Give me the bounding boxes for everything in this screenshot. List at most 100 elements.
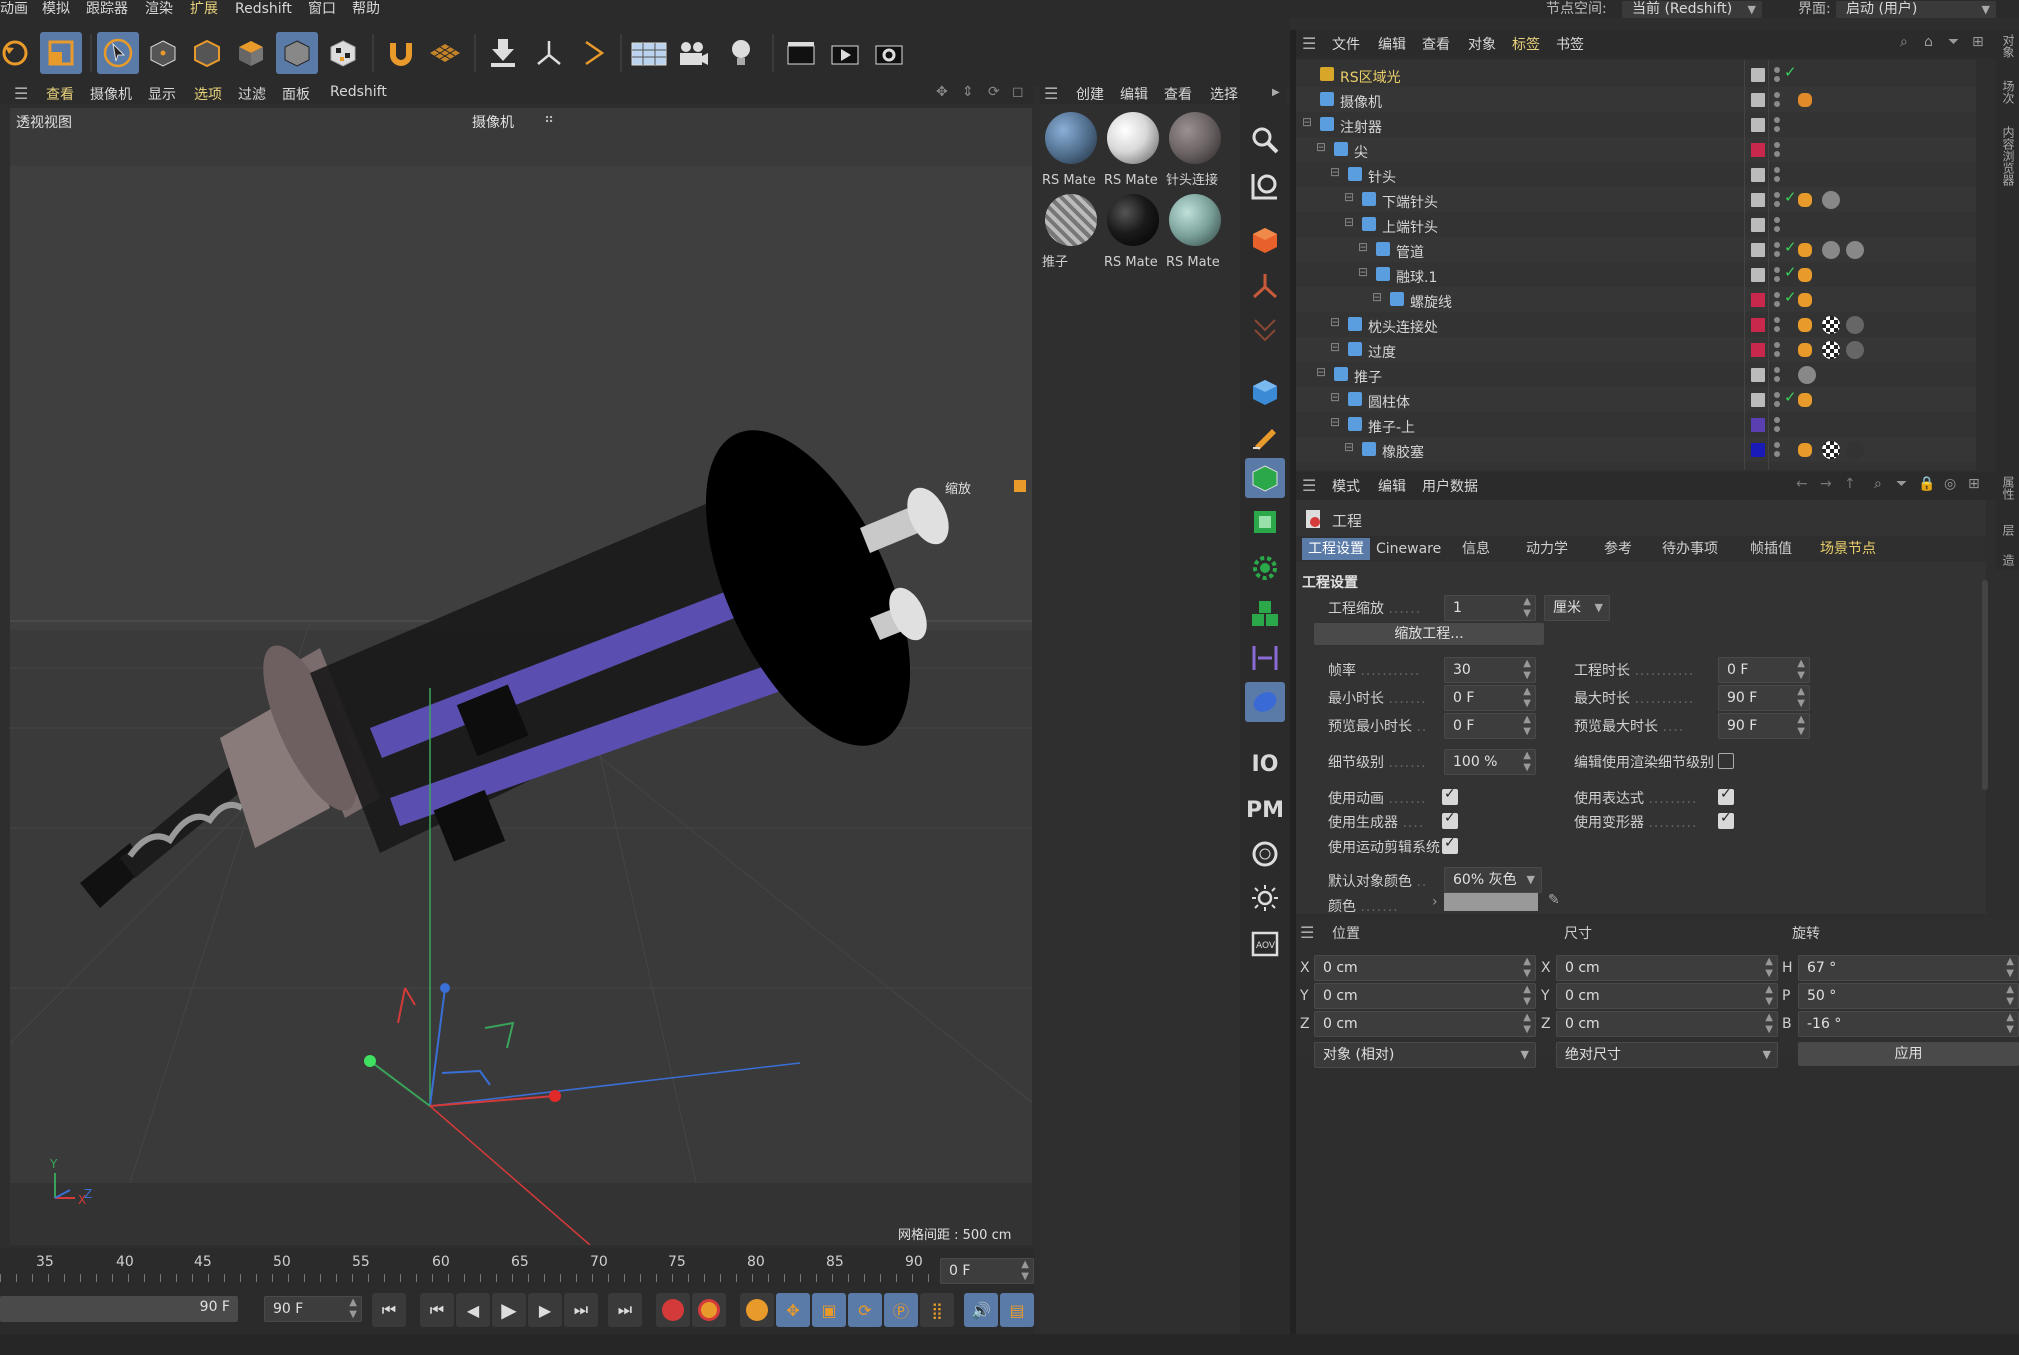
material-tag-icon[interactable] — [1846, 241, 1864, 259]
render-visibility-dot[interactable] — [1774, 251, 1780, 257]
axis-button[interactable] — [528, 32, 570, 74]
spinner-icon[interactable]: ▲ ▼ — [1765, 956, 1773, 980]
material-tag-icon[interactable] — [1846, 341, 1864, 359]
spinner-icon[interactable]: ▲ ▼ — [1523, 686, 1531, 710]
phong-tag-icon[interactable] — [1798, 193, 1812, 207]
editor-visibility-dot[interactable] — [1774, 392, 1780, 398]
position-z-field[interactable]: 0 cm ▲ ▼ — [1314, 1011, 1536, 1037]
edit-layer-icon[interactable] — [1751, 118, 1765, 132]
spinner-icon[interactable]: ▲ ▼ — [2006, 956, 2014, 980]
play-button[interactable]: ▶ — [492, 1293, 526, 1327]
tree-expander-icon[interactable]: ⊟ — [1302, 115, 1312, 129]
tab-interpolation[interactable]: 帧插值 — [1744, 538, 1798, 560]
phong-tag-icon[interactable] — [1798, 443, 1812, 457]
rotation-h-field[interactable]: 67 ° ▲ ▼ — [1798, 955, 2019, 981]
pan-icon[interactable]: ✥ — [936, 84, 948, 100]
vp-menu-display[interactable]: 显示 — [148, 84, 176, 104]
material-swatch[interactable]: RS Mate — [1104, 190, 1162, 270]
display-color-swatch[interactable] — [1751, 418, 1765, 432]
up-arrow-icon[interactable]: ↑ — [1844, 476, 1856, 492]
edit-layer-icon[interactable] — [1751, 68, 1765, 82]
tree-expander-icon[interactable]: ⊟ — [1344, 440, 1354, 454]
obj-menu-file[interactable]: 文件 — [1332, 34, 1360, 54]
spinner-icon[interactable]: ▲ ▼ — [1523, 750, 1531, 774]
hamburger-icon[interactable]: ☰ — [1302, 476, 1316, 495]
menu-window[interactable]: 窗口 — [308, 0, 336, 18]
fps-field[interactable]: 30 ▲ ▼ — [1444, 657, 1536, 683]
render-visibility-dot[interactable] — [1774, 226, 1780, 232]
aov-button[interactable]: AOV — [1245, 924, 1285, 964]
lock-icon[interactable]: 🔒 — [1918, 476, 1935, 492]
menu-tracker[interactable]: 跟踪器 — [86, 0, 128, 18]
scale-project-button[interactable]: 缩放工程... — [1314, 623, 1544, 645]
attr-menu-edit[interactable]: 编辑 — [1378, 476, 1406, 496]
color-swatch[interactable] — [1444, 893, 1538, 911]
phong-tag-icon[interactable] — [1798, 93, 1812, 107]
eyedropper-icon[interactable]: ✎ — [1548, 892, 1560, 908]
spinner-icon[interactable]: ▲ ▼ — [1523, 1012, 1531, 1036]
dynamics-button[interactable] — [1245, 310, 1285, 350]
snap-button[interactable] — [380, 32, 422, 74]
phong-tag-icon[interactable] — [1798, 393, 1812, 407]
phong-tag-icon[interactable] — [1798, 318, 1812, 332]
keyframe-selection-button[interactable] — [740, 1293, 774, 1327]
menu-render[interactable]: 渲染 — [145, 0, 173, 18]
editor-visibility-dot[interactable] — [1774, 167, 1780, 173]
render-region-button[interactable] — [780, 32, 822, 74]
enabled-check-icon[interactable]: ✓ — [1784, 63, 1797, 81]
hamburger-icon[interactable]: ☰ — [14, 84, 28, 103]
menu-animate[interactable]: 动画 — [0, 0, 28, 18]
spinner-icon[interactable]: ▲ ▼ — [1765, 984, 1773, 1008]
phong-tag-icon[interactable] — [1798, 293, 1812, 307]
edit-layer-icon[interactable] — [1751, 193, 1765, 207]
prev-key-button[interactable]: ⏮ — [420, 1293, 454, 1327]
sky-button[interactable] — [1245, 834, 1285, 874]
node-space-dropdown[interactable]: 当前 (Redshift) ▼ — [1622, 1, 1762, 18]
render-visibility-dot[interactable] — [1774, 126, 1780, 132]
tree-expander-icon[interactable]: ⊟ — [1330, 390, 1340, 404]
tab-todo[interactable]: 待办事项 — [1656, 538, 1724, 560]
obj-menu-view[interactable]: 查看 — [1422, 34, 1450, 54]
forward-arrow-icon[interactable]: → — [1820, 476, 1832, 492]
display-color-swatch[interactable] — [1751, 143, 1765, 157]
object-row[interactable]: ⊟ 融球.1 ✓ — [1296, 262, 1976, 287]
render-visibility-dot[interactable] — [1774, 151, 1780, 157]
obj-menu-edit[interactable]: 编辑 — [1378, 34, 1406, 54]
use-motion-checkbox[interactable]: ✓ — [1442, 835, 1458, 854]
object-row[interactable]: ⊟ 管道 ✓ — [1296, 237, 1976, 262]
scale-unit-dropdown[interactable]: 厘米 ▼ — [1544, 595, 1610, 621]
tab-dynamics[interactable]: 动力学 — [1520, 538, 1574, 560]
record-button[interactable] — [656, 1293, 690, 1327]
render-lod-checkbox[interactable] — [1718, 753, 1734, 769]
material-swatch[interactable]: RS Mate — [1042, 108, 1100, 188]
material-tag-icon[interactable] — [1846, 316, 1864, 334]
preview-min-field[interactable]: 0 F ▲ ▼ — [1444, 713, 1536, 739]
key-scale-button[interactable]: ▣ — [812, 1293, 846, 1327]
tree-expander-icon[interactable]: ⊟ — [1358, 240, 1368, 254]
menu-simulate[interactable]: 模拟 — [42, 0, 70, 18]
subdivision-button[interactable] — [1245, 502, 1285, 542]
rotation-b-field[interactable]: -16 ° ▲ ▼ — [1798, 1011, 2019, 1037]
live-select-button[interactable] — [40, 32, 82, 74]
attr-menu-userdata[interactable]: 用户数据 — [1422, 476, 1478, 496]
sound-button[interactable]: 🔊 — [964, 1293, 998, 1327]
spinner-icon[interactable]: ▲ ▼ — [2006, 984, 2014, 1008]
target-icon[interactable]: ◎ — [1944, 476, 1956, 492]
mograph-button[interactable] — [1245, 594, 1285, 634]
enabled-check-icon[interactable]: ✓ — [1784, 188, 1797, 206]
material-swatch[interactable]: 针头连接 — [1166, 108, 1224, 188]
tree-expander-icon[interactable]: ⊟ — [1330, 165, 1340, 179]
key-rotation-button[interactable]: ⟳ — [848, 1293, 882, 1327]
display-color-swatch[interactable] — [1751, 343, 1765, 357]
light-button[interactable] — [720, 32, 762, 74]
enabled-check-icon[interactable]: ✓ — [1784, 263, 1797, 281]
object-row[interactable]: RS区域光 ✓ — [1296, 62, 1976, 87]
material-tag-icon[interactable] — [1846, 441, 1864, 459]
spinner-icon[interactable]: ▲ ▼ — [1765, 1012, 1773, 1036]
material-swatch[interactable]: 推子 — [1042, 190, 1100, 270]
render-visibility-dot[interactable] — [1774, 276, 1780, 282]
display-color-swatch[interactable] — [1751, 443, 1765, 457]
editor-visibility-dot[interactable] — [1774, 267, 1780, 273]
chevron-right-icon[interactable]: ▶ — [1272, 87, 1280, 98]
tree-expander-icon[interactable]: ⊟ — [1344, 215, 1354, 229]
